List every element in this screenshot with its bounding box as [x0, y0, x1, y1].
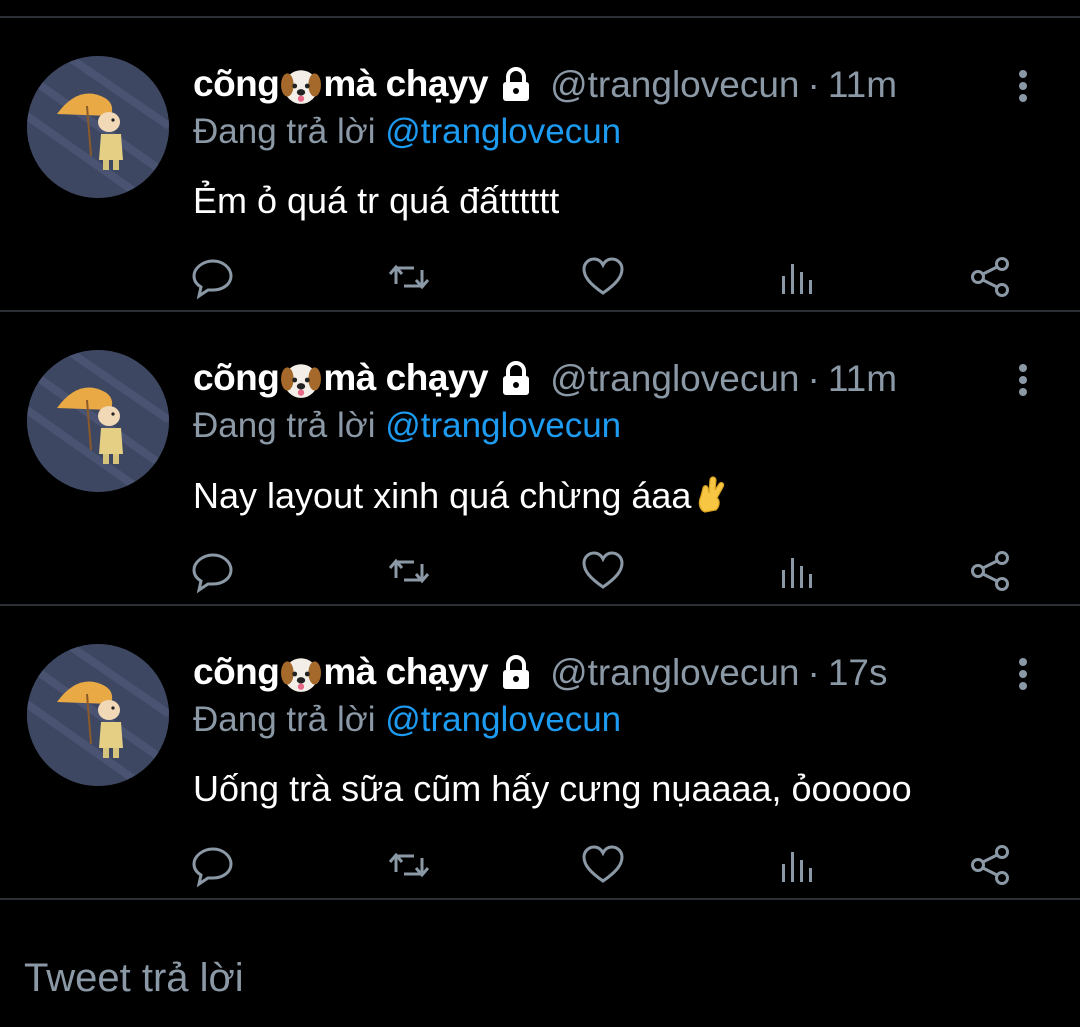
- tweet-text: Ẻm ỏ quá tr quá đấtttttt: [193, 180, 560, 221]
- lock-icon: [503, 361, 530, 395]
- tweet-header: cõng mà chạyy @tranglovecun · 17s: [193, 648, 887, 698]
- reply-thread: cõng mà chạyy @tranglovecun · 11m Đang tr…: [0, 18, 1080, 900]
- reply-icon: [192, 259, 233, 300]
- avatar[interactable]: [27, 350, 169, 492]
- like-button[interactable]: [580, 254, 626, 300]
- lock-icon: [503, 655, 530, 689]
- tweet-actions: [0, 548, 1080, 598]
- analytics-icon: [782, 558, 812, 588]
- display-name[interactable]: cõng mà chạyy: [193, 357, 489, 401]
- heart-icon: [582, 257, 624, 295]
- avatar[interactable]: [27, 644, 169, 786]
- separator-dot: ·: [807, 64, 820, 105]
- reply-button[interactable]: [190, 254, 236, 300]
- like-button[interactable]: [580, 842, 626, 888]
- separator-dot: ·: [807, 652, 820, 693]
- retweet-icon: [388, 852, 430, 878]
- more-options-icon[interactable]: [1008, 362, 1038, 398]
- share-icon: [971, 551, 1009, 591]
- replying-to-line: Đang trả lời @tranglovecun: [193, 112, 622, 151]
- tweet[interactable]: cõng mà chạyy @tranglovecun · 17s Đang tr…: [0, 606, 1080, 900]
- timestamp[interactable]: 11m: [828, 64, 897, 106]
- share-button[interactable]: [968, 842, 1014, 888]
- user-handle[interactable]: @tranglovecun: [550, 652, 799, 694]
- tweet-actions: [0, 842, 1080, 892]
- analytics-button[interactable]: [774, 548, 820, 594]
- timestamp[interactable]: 11m: [828, 358, 897, 400]
- timestamp[interactable]: 17s: [828, 652, 888, 694]
- user-handle[interactable]: @tranglovecun: [550, 358, 799, 400]
- retweet-button[interactable]: [386, 842, 432, 888]
- separator-dot: ·: [807, 358, 820, 399]
- user-handle[interactable]: @tranglovecun: [550, 64, 799, 106]
- reply-composer-placeholder[interactable]: Tweet trả lời: [24, 956, 244, 1001]
- dog-face-emoji-icon: [281, 70, 322, 104]
- share-icon: [971, 257, 1009, 297]
- dog-face-emoji-icon: [281, 364, 322, 398]
- heart-icon: [582, 551, 624, 589]
- analytics-icon: [782, 852, 812, 882]
- replying-to-mention[interactable]: @tranglovecun: [385, 406, 621, 445]
- more-options-icon[interactable]: [1008, 68, 1038, 104]
- replying-to-mention[interactable]: @tranglovecun: [385, 700, 621, 739]
- analytics-button[interactable]: [774, 842, 820, 888]
- tweet-actions: [0, 254, 1080, 304]
- share-button[interactable]: [968, 548, 1014, 594]
- crossed-fingers-emoji-icon: [699, 476, 725, 513]
- retweet-button[interactable]: [386, 254, 432, 300]
- heart-icon: [582, 845, 624, 883]
- retweet-button[interactable]: [386, 548, 432, 594]
- share-icon: [971, 845, 1009, 885]
- replying-to-mention[interactable]: @tranglovecun: [385, 112, 621, 151]
- reply-icon: [192, 847, 233, 888]
- reply-icon: [192, 553, 233, 594]
- dog-face-emoji-icon: [281, 658, 322, 692]
- reply-button[interactable]: [190, 548, 236, 594]
- analytics-icon: [782, 264, 812, 294]
- share-button[interactable]: [968, 254, 1014, 300]
- tweet-header: cõng mà chạyy @tranglovecun · 11m: [193, 354, 897, 404]
- replying-to-line: Đang trả lời @tranglovecun: [193, 406, 622, 445]
- display-name[interactable]: cõng mà chạyy: [193, 651, 489, 695]
- reply-button[interactable]: [190, 842, 236, 888]
- analytics-button[interactable]: [774, 254, 820, 300]
- display-name[interactable]: cõng mà chạyy: [193, 63, 489, 107]
- lock-icon: [503, 67, 530, 101]
- reply-composer[interactable]: Tweet trả lời: [0, 918, 1080, 1027]
- like-button[interactable]: [580, 548, 626, 594]
- tweet-text: Nay layout xinh quá chừng áaa: [193, 474, 729, 517]
- avatar[interactable]: [27, 56, 169, 198]
- more-options-icon[interactable]: [1008, 656, 1038, 692]
- tweet-header: cõng mà chạyy @tranglovecun · 11m: [193, 60, 897, 110]
- tweet[interactable]: cõng mà chạyy @tranglovecun · 11m Đang tr…: [0, 312, 1080, 606]
- retweet-icon: [388, 558, 430, 584]
- tweet[interactable]: cõng mà chạyy @tranglovecun · 11m Đang tr…: [0, 18, 1080, 312]
- replying-to-line: Đang trả lời @tranglovecun: [193, 700, 622, 739]
- tweet-text: Uống trà sữa cũm hấy cưng nụaaaa, ỏooooo: [193, 768, 912, 809]
- retweet-icon: [388, 264, 430, 290]
